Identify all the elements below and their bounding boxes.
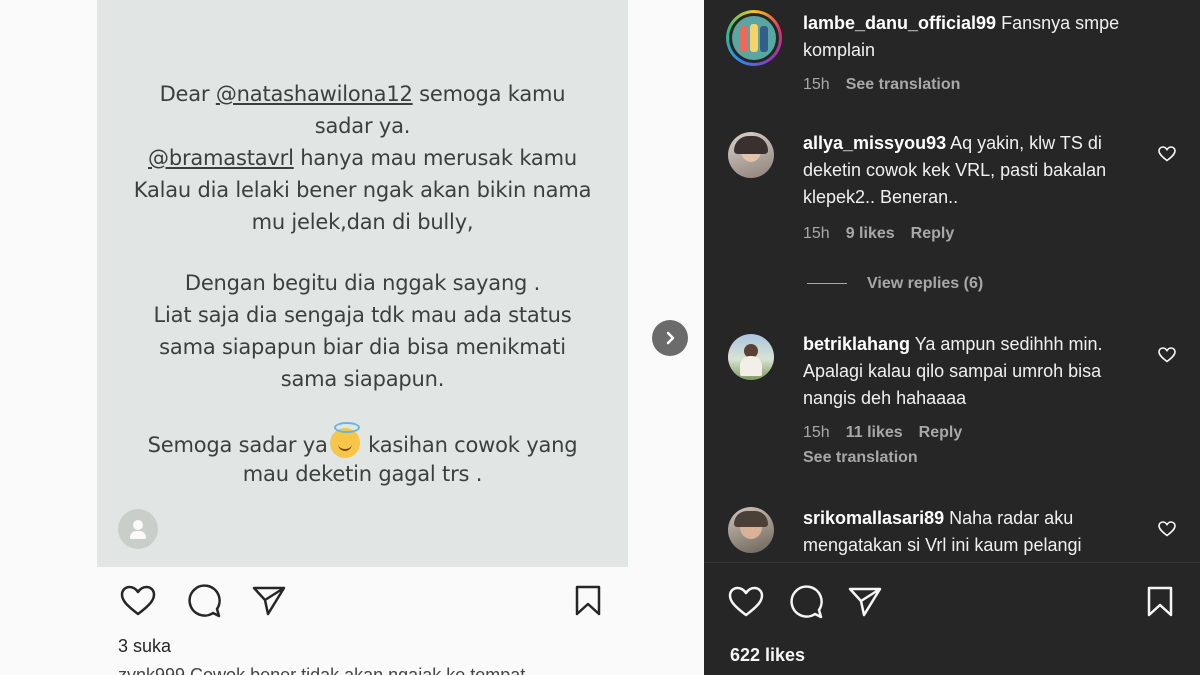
view-replies-label: View replies (6) (867, 275, 984, 292)
comment-time: 15h (803, 424, 830, 441)
replies-divider (807, 283, 847, 285)
avatar[interactable] (728, 334, 774, 380)
comment-username[interactable]: betriklahang (803, 334, 910, 354)
comment-2-meta: 15h 9 likes Reply (803, 225, 970, 243)
comment-username[interactable]: lambe_danu_official99 (803, 13, 996, 33)
comment-1-meta: 15h See translation (803, 76, 976, 94)
story-mention-natasha: @natashawilona12 (215, 82, 413, 106)
story-line-1: Dear @natashawilona12 semoga kamu (97, 82, 628, 106)
reply-button[interactable]: Reply (911, 225, 955, 242)
story-text: semoga kamu (412, 82, 566, 106)
avatar[interactable] (728, 132, 774, 178)
story-line-6: Dengan begitu dia nggak sayang . (184, 271, 541, 295)
avatar[interactable] (728, 507, 774, 553)
comments-panel: lambe_danu_official99 Fansnya smpe kompl… (704, 0, 1200, 675)
comment-1-text: lambe_danu_official99 Fansnya smpe kompl… (803, 10, 1148, 64)
story-line-4: Kalau dia lelaki bener ngak akan bikin n… (133, 178, 592, 202)
story-line-5: mu jelek,dan di bully, (251, 210, 474, 234)
comment-time: 15h (803, 225, 830, 242)
share-icon[interactable] (848, 586, 882, 618)
story-text: kasihan cowok yang (361, 433, 578, 457)
smiling-face-with-halo-icon (329, 422, 360, 458)
avatar[interactable] (726, 10, 782, 66)
comment-icon[interactable] (788, 585, 824, 621)
story-text: hanya mau merusak kamu (293, 146, 577, 170)
story-text: Dear (159, 82, 216, 106)
comment-username[interactable]: srikomallasari89 (803, 508, 944, 528)
chevron-right-icon[interactable] (652, 320, 688, 356)
story-text: Semoga sadar ya (147, 433, 328, 457)
comment-likes[interactable]: 9 likes (846, 225, 895, 242)
comment-3-text: betriklahang Ya ampun sedihhh min. Apala… (803, 331, 1148, 412)
story-line-9: sama siapapun. (280, 367, 445, 391)
comment-3-meta: 15h 11 likes Reply (803, 424, 978, 442)
story-line-3: @bramastavrl hanya mau merusak kamu (97, 146, 628, 170)
story-line-11: mau deketin gagal trs . (242, 462, 483, 486)
story-line-7: Liat saja dia sengaja tdk mau ada status (153, 303, 572, 327)
comment-4-text: srikomallasari89 Naha radar aku mengatak… (803, 505, 1148, 559)
bookmark-icon[interactable] (574, 585, 602, 617)
heart-icon[interactable] (1158, 347, 1176, 363)
left-post-panel: Dear @natashawilona12 semoga kamu sadar … (0, 0, 704, 675)
see-translation-button[interactable]: See translation (846, 76, 961, 93)
likes-count[interactable]: 622 likes (730, 645, 805, 666)
comment-likes[interactable]: 11 likes (846, 424, 903, 441)
story-line-10: Semoga sadar ya kasihan cowok yang (97, 422, 628, 458)
bookmark-icon[interactable] (1146, 586, 1174, 618)
likes-count[interactable]: 3 suka (118, 636, 171, 657)
heart-icon[interactable] (1158, 146, 1176, 162)
see-translation-button[interactable]: See translation (803, 449, 918, 467)
heart-icon[interactable] (120, 585, 156, 617)
story-line-2: sadar ya. (314, 114, 411, 138)
comment-username[interactable]: allya_missyou93 (803, 133, 946, 153)
comment-icon[interactable] (186, 584, 222, 620)
user-icon[interactable] (118, 509, 158, 549)
heart-icon[interactable] (728, 586, 764, 618)
story-screenshot-image: Dear @natashawilona12 semoga kamu sadar … (97, 0, 628, 567)
reply-button[interactable]: Reply (919, 424, 963, 441)
comment-2-text: allya_missyou93 Aq yakin, klw TS di deke… (803, 130, 1148, 211)
story-mention-bramasta: @bramastavrl (148, 146, 294, 170)
story-line-8: sama siapapun biar dia bisa menikmati (159, 335, 566, 359)
post-actions-bar: 622 likes (704, 562, 1200, 675)
view-replies-button[interactable]: View replies (6) (807, 275, 983, 293)
comment-time: 15h (803, 76, 830, 93)
heart-icon[interactable] (1158, 521, 1176, 537)
post-caption: zvnk999 Cowok bener tidak akan ngajak ke… (118, 665, 526, 675)
share-icon[interactable] (252, 585, 286, 617)
